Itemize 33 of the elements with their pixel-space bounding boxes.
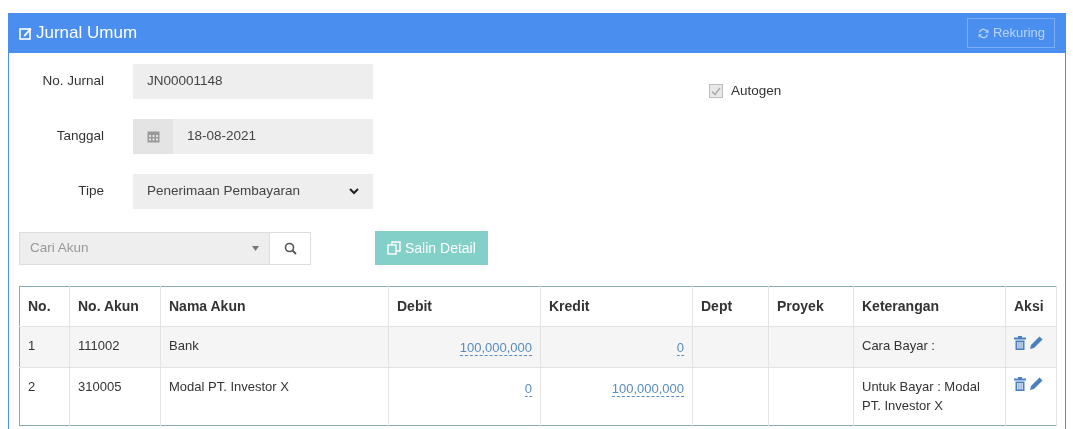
table-cell: 111002: [69, 326, 161, 367]
table-cell: Untuk Bayar : Modal PT. Investor X: [853, 367, 1006, 425]
table-cell: 1: [19, 326, 70, 367]
amount-link[interactable]: 100,000,000: [611, 380, 684, 397]
table-cell: 310005: [69, 367, 161, 425]
table-cell: Cara Bayar :: [853, 326, 1006, 367]
copy-icon: [387, 241, 402, 255]
field-label: Tipe: [77, 182, 104, 201]
delete-icon[interactable]: [1014, 376, 1026, 391]
account-select[interactable]: Cari Akun: [19, 231, 270, 265]
edit-icon: [19, 26, 32, 40]
caret-icon: [252, 245, 259, 251]
search-button[interactable]: [270, 231, 311, 265]
table-cell: 2: [19, 367, 70, 425]
delete-icon[interactable]: [1014, 336, 1026, 350]
panel-title: Jurnal Umum: [36, 22, 138, 45]
amount-link[interactable]: 100,000,000: [459, 340, 532, 356]
calendar-icon: [133, 119, 173, 154]
refresh-icon: [976, 26, 990, 40]
text-field[interactable]: JN00001148: [133, 64, 373, 99]
field-label: No. Jurnal: [41, 72, 104, 91]
edit-icon[interactable]: [1030, 376, 1043, 390]
amount-link[interactable]: 0: [676, 340, 684, 356]
search-icon: [283, 241, 297, 255]
edit-icon[interactable]: [1030, 336, 1043, 349]
date-field[interactable]: 18-08-2021: [173, 119, 373, 154]
amount-link[interactable]: 0: [524, 380, 532, 397]
type-select[interactable]: Penerimaan Pembayaran: [133, 174, 373, 209]
chevron-icon: [349, 188, 359, 196]
table-cell: Bank: [160, 326, 389, 367]
checkbox-label: Autogen: [731, 82, 782, 100]
field-label: Tanggal: [55, 127, 104, 146]
table-cell: Modal PT. Investor X: [160, 367, 389, 425]
